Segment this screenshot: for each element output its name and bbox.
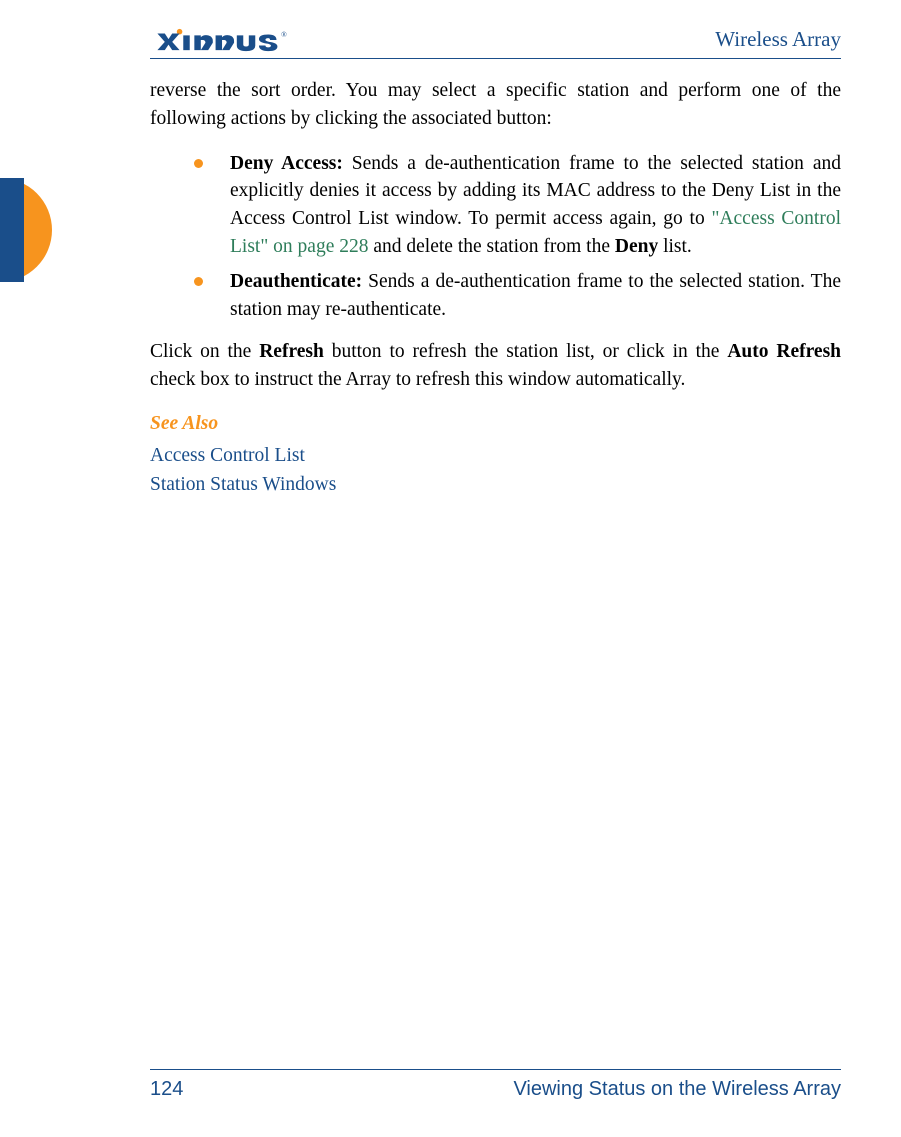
bold-refresh: Refresh <box>259 341 324 362</box>
svg-text:®: ® <box>281 30 287 39</box>
para-text: button to refresh the station list, or c… <box>324 341 727 362</box>
intro-paragraph: reverse the sort order. You may select a… <box>150 77 841 134</box>
refresh-paragraph: Click on the Refresh button to refresh t… <box>150 338 841 395</box>
bullet-label: Deauthenticate: <box>230 271 362 292</box>
header-title: Wireless Array <box>715 27 841 52</box>
para-text: Click on the <box>150 341 259 362</box>
page-number: 124 <box>150 1078 183 1101</box>
para-text: check box to instruct the Array to refre… <box>150 369 685 390</box>
bullet-label: Deny Access: <box>230 153 343 174</box>
page-header: ® Wireless Array <box>150 27 841 59</box>
xirrus-logo: ® <box>150 28 295 52</box>
bullet-list: Deny Access: Sends a de-authentication f… <box>194 150 841 324</box>
see-also-link-acl[interactable]: Access Control List <box>150 442 841 470</box>
bullet-text: and delete the station from the <box>368 236 614 257</box>
bold-auto-refresh: Auto Refresh <box>727 341 841 362</box>
document-page: ® Wireless Array reverse the sort order.… <box>0 0 901 1137</box>
page-footer: 124 Viewing Status on the Wireless Array <box>150 1069 841 1101</box>
side-tab-decoration <box>0 178 52 282</box>
xirrus-logo-icon: ® <box>150 28 295 52</box>
footer-section-title: Viewing Status on the Wireless Array <box>513 1078 841 1101</box>
see-also-link-station-status[interactable]: Station Status Windows <box>150 471 841 499</box>
list-item: Deauthenticate: Sends a de-authenticatio… <box>194 268 841 323</box>
body-content: reverse the sort order. You may select a… <box>150 77 841 499</box>
see-also-heading: See Also <box>150 410 841 438</box>
bold-word: Deny <box>615 236 658 257</box>
list-item: Deny Access: Sends a de-authentication f… <box>194 150 841 261</box>
bullet-text: list. <box>658 236 692 257</box>
